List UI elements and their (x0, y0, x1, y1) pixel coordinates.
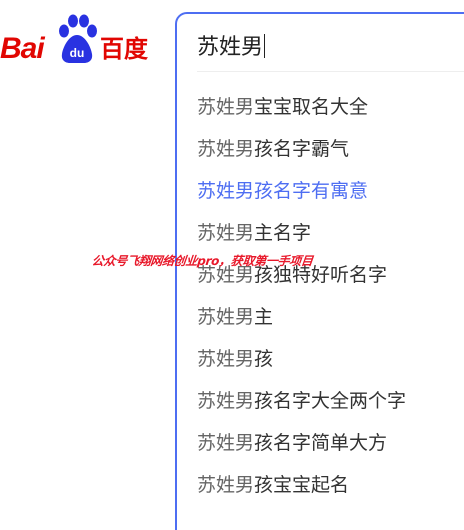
suggestion-query-part: 苏姓男 (197, 432, 255, 454)
suggestion-completion-part: 宝宝取名大全 (254, 96, 369, 118)
suggestion-item[interactable]: 苏姓男孩宝宝起名 (177, 470, 464, 512)
paw-logo-icon: du (59, 14, 97, 63)
paw-logo-text: du (70, 46, 85, 60)
baidu-search-page: Bai du 百度 苏姓男 苏姓男宝宝取名大全 苏姓男孩名字霸气 苏姓男孩名字有寓意… (0, 0, 464, 530)
suggestion-query-part: 苏姓男 (197, 96, 255, 118)
suggestion-query-part: 苏姓男 (197, 390, 255, 412)
suggestion-query-part: 苏姓男 (197, 306, 255, 328)
suggestion-query-part: 苏姓男 (197, 222, 255, 244)
suggestion-query-part: 苏姓男 (197, 474, 255, 496)
suggestion-completion-part: 孩名字简单大方 (254, 432, 388, 454)
suggestion-item[interactable]: 苏姓男孩 (177, 344, 464, 386)
suggestion-item[interactable]: 苏姓男孩名字大全两个字 (177, 386, 464, 428)
watermark-text: 公众号飞翔网络创业pro，获取第一手项目 (91, 254, 314, 268)
baidu-logo[interactable]: Bai du 百度 (0, 14, 170, 65)
suggestion-completion-part: 孩名字有寓意 (254, 180, 369, 202)
suggestion-query-part: 苏姓男 (197, 180, 255, 202)
suggestion-item[interactable]: 苏姓男主 (177, 302, 464, 344)
suggestion-completion-part: 孩名字霸气 (254, 138, 350, 160)
logo-latin-text: Bai (0, 32, 45, 65)
search-input-value: 苏姓男 (197, 35, 264, 60)
suggestion-list: 苏姓男宝宝取名大全 苏姓男孩名字霸气 苏姓男孩名字有寓意 苏姓男主名字 苏姓男孩独特好听… (177, 92, 464, 512)
suggestion-completion-part: 孩宝宝起名 (254, 474, 350, 496)
search-divider (197, 71, 464, 72)
logo-chinese-text: 百度 (100, 35, 148, 63)
suggestion-item[interactable]: 苏姓男孩名字霸气 (177, 134, 464, 176)
suggestion-query-part: 苏姓男 (197, 348, 255, 370)
suggestion-completion-part: 孩 (254, 348, 274, 370)
suggestion-query-part: 苏姓男 (197, 138, 255, 160)
suggestion-completion-part: 孩名字大全两个字 (254, 390, 407, 412)
search-suggestion-panel: 苏姓男 苏姓男宝宝取名大全 苏姓男孩名字霸气 苏姓男孩名字有寓意 苏姓男主名字 苏姓男孩… (175, 12, 464, 530)
suggestion-item[interactable]: 苏姓男孩名字有寓意 (177, 176, 464, 218)
suggestion-completion-part: 主 (254, 306, 274, 328)
suggestion-completion-part: 主名字 (254, 222, 312, 244)
text-caret (264, 34, 266, 58)
suggestion-item[interactable]: 苏姓男宝宝取名大全 (177, 92, 464, 134)
suggestion-item[interactable]: 苏姓男孩名字简单大方 (177, 428, 464, 470)
search-input[interactable]: 苏姓男 (197, 28, 464, 68)
